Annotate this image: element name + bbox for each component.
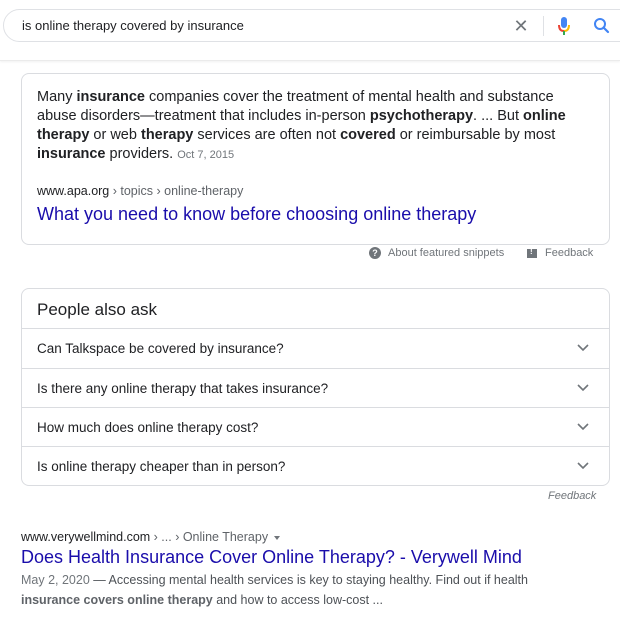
paa-feedback-link[interactable]: Feedback (548, 490, 596, 502)
snippet-bold-term: insurance (37, 146, 106, 162)
chevron-down-icon (577, 462, 589, 470)
paa-question-text: How much does online therapy cost? (37, 420, 259, 435)
chevron-down-icon (577, 423, 589, 431)
snippet-text-segment: . ... But (473, 108, 523, 124)
snippet-text-segment: providers. (105, 146, 174, 162)
search-box: ✕ (3, 9, 620, 42)
result-desc-text: and how to access low-cost ... (212, 593, 383, 607)
paa-question-text: Is online therapy cheaper than in person… (37, 459, 286, 474)
snippet-url-path: › topics › online-therapy (109, 184, 244, 198)
snippet-date: Oct 7, 2015 (177, 149, 235, 161)
snippet-title-link[interactable]: What you need to know before choosing on… (37, 204, 476, 225)
paa-question-text: Can Talkspace be covered by insurance? (37, 341, 284, 356)
snippet-text-segment: Many (37, 89, 77, 105)
feedback-label: Feedback (545, 247, 594, 259)
paa-title: People also ask (37, 300, 158, 319)
chevron-down-icon (577, 344, 589, 352)
snippet-url: www.apa.org › topics › online-therapy (37, 184, 243, 198)
feedback-icon (527, 247, 537, 258)
chevron-down-icon (577, 384, 589, 392)
paa-question[interactable]: Can Talkspace be covered by insurance? (22, 328, 609, 368)
search-icon[interactable] (593, 16, 611, 36)
result-url: www.verywellmind.com › ... › Online Ther… (21, 530, 611, 544)
divider (543, 16, 544, 36)
snippet-text-segment: services are often not (193, 127, 341, 143)
paa-question[interactable]: How much does online therapy cost? (22, 407, 609, 447)
result-url-path: › ... › Online Therapy (150, 530, 269, 544)
result-url-domain: www.verywellmind.com (21, 530, 151, 544)
snippet-bold-term: covered (340, 127, 396, 143)
about-label: About featured snippets (388, 247, 505, 259)
snippet-footer: ? About featured snippets Feedback (0, 247, 620, 263)
result-desc-text: — Accessing mental health services is ke… (89, 573, 528, 587)
snippet-text-segment: or reimbursable by most (395, 127, 556, 143)
caret-down-icon[interactable] (274, 535, 281, 540)
result-description: May 2, 2020 — Accessing mental health se… (21, 570, 581, 610)
snippet-text: Many insurance companies cover the treat… (37, 88, 597, 165)
help-icon: ? (369, 247, 381, 260)
paa-question[interactable]: Is there any online therapy that takes i… (22, 368, 609, 408)
paa-question[interactable]: Is online therapy cheaper than in person… (22, 446, 609, 486)
snippet-bold-term: insurance (76, 89, 146, 105)
snippet-feedback-link[interactable]: Feedback (527, 247, 593, 259)
snippet-url-domain: www.apa.org (37, 184, 110, 198)
top-bar: ✕ (0, 0, 620, 61)
snippet-bold-term: therapy (140, 127, 194, 143)
paa-question-text: Is there any online therapy that takes i… (37, 381, 329, 396)
people-also-ask: People also ask Can Talkspace be covered… (21, 288, 610, 486)
search-result: www.verywellmind.com › ... › Online Ther… (21, 530, 611, 610)
result-title-link[interactable]: Does Health Insurance Cover Online Thera… (21, 547, 611, 568)
search-input[interactable] (22, 16, 492, 34)
snippet-text-segment: or web (89, 127, 141, 143)
result-desc-bold: insurance covers online therapy (21, 593, 213, 607)
microphone-icon[interactable] (557, 16, 571, 36)
featured-snippet: Many insurance companies cover the treat… (21, 73, 610, 245)
close-icon[interactable]: ✕ (512, 17, 530, 35)
result-date: May 2, 2020 (21, 573, 90, 587)
snippet-bold-term: psychotherapy (369, 108, 474, 124)
about-featured-snippets-link[interactable]: ? About featured snippets (369, 247, 505, 260)
